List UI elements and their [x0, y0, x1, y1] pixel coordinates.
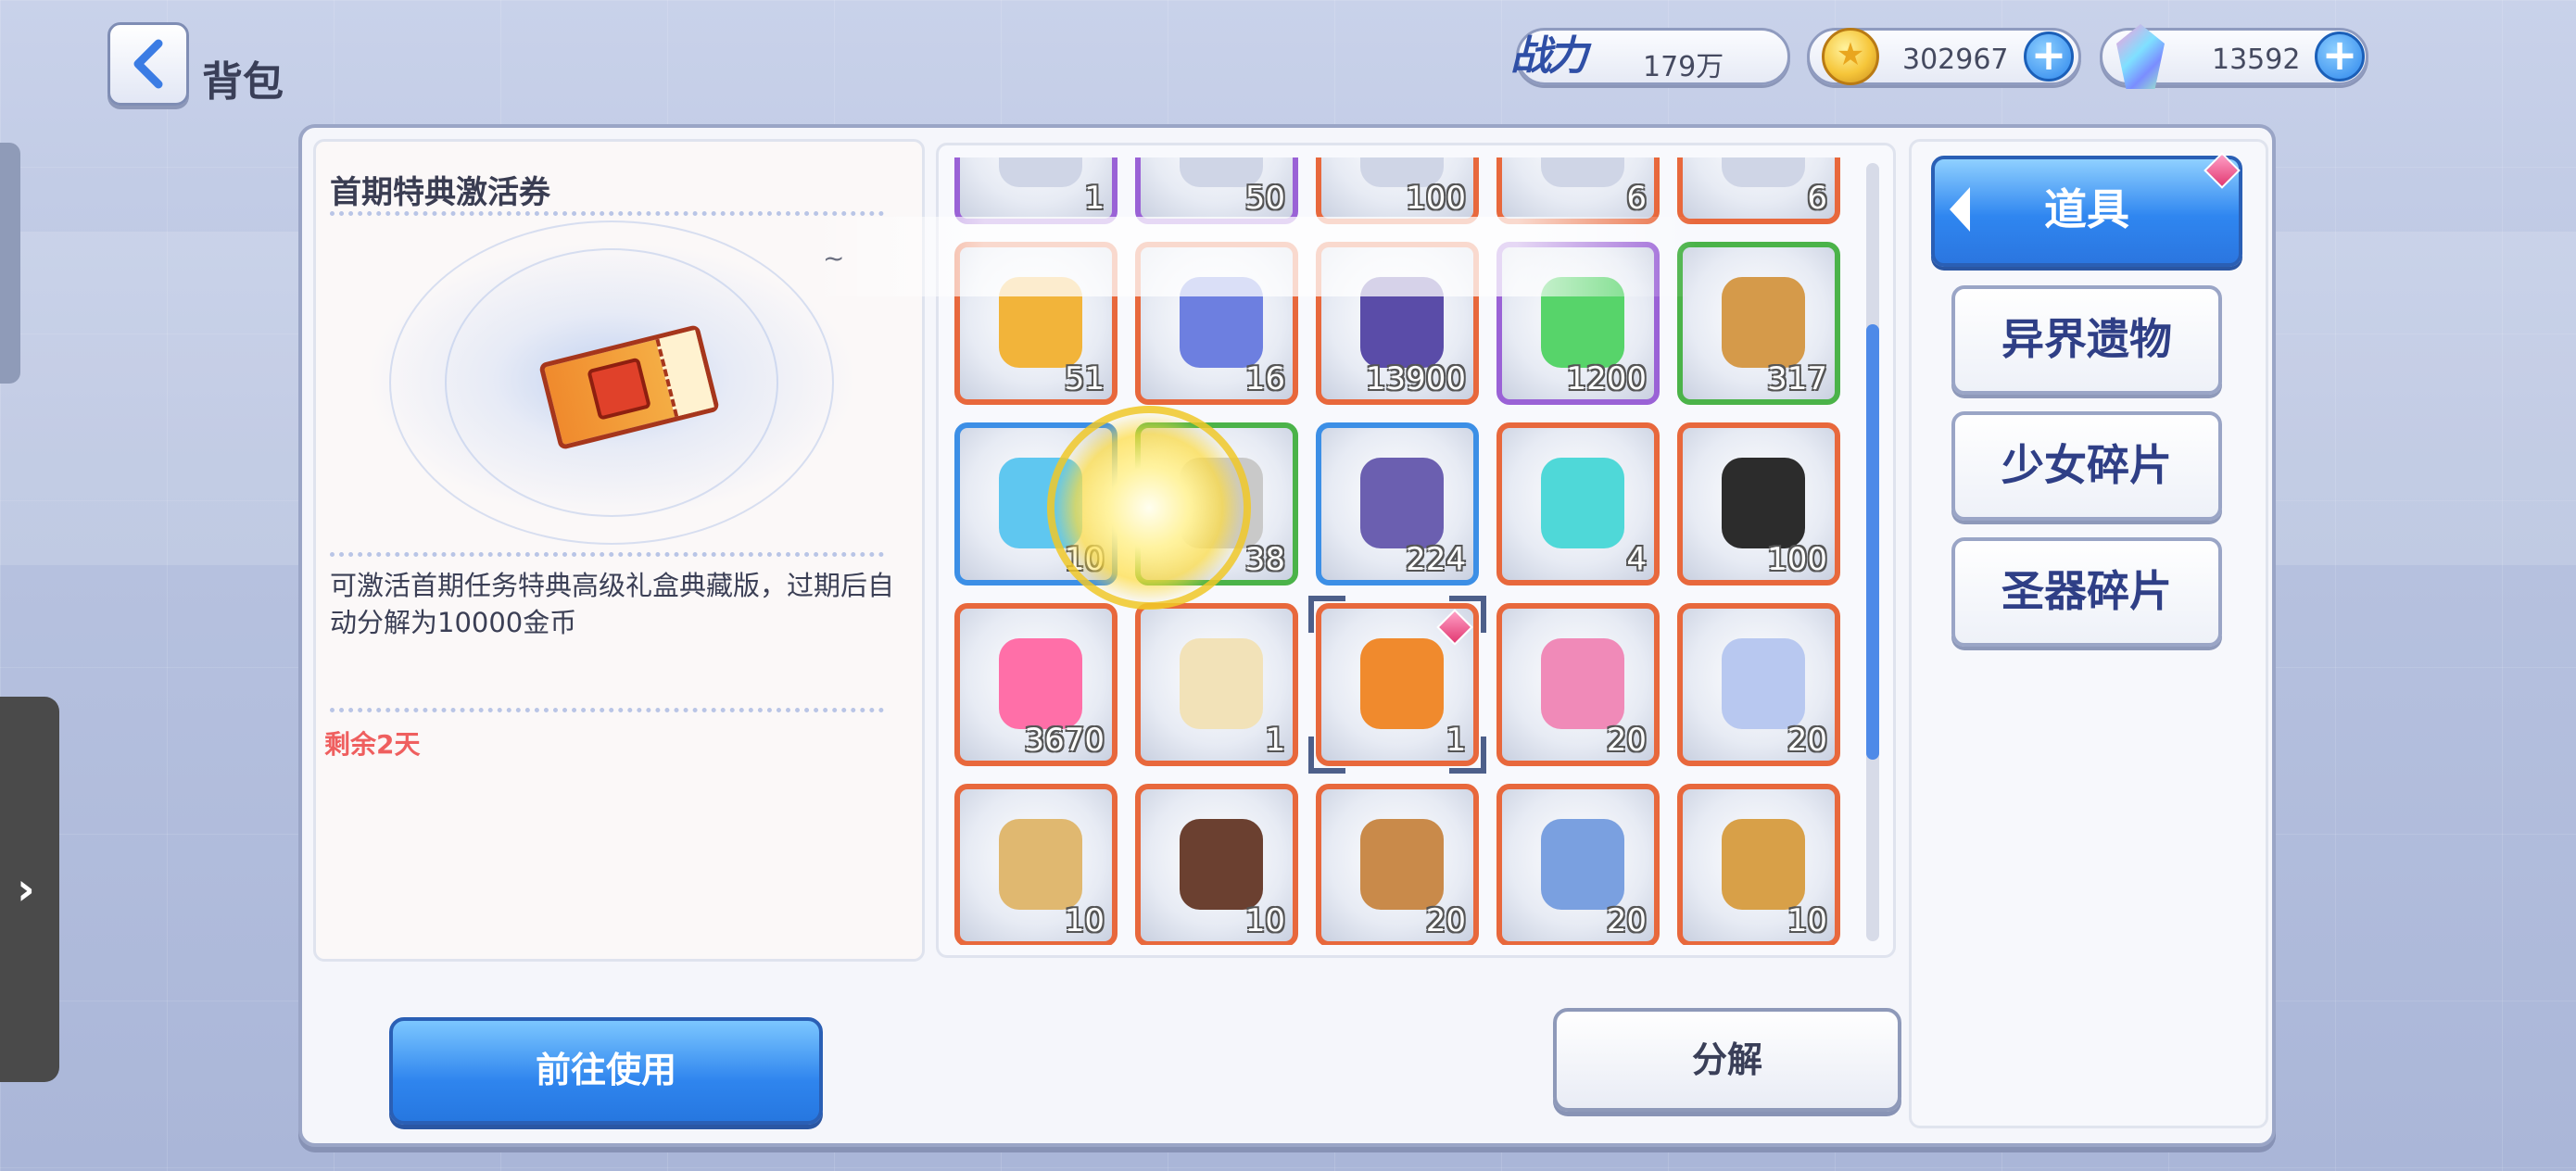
partial-item-icon	[1722, 157, 1805, 187]
heart-icon	[999, 638, 1082, 729]
tab-items[interactable]: 道具	[1931, 156, 2242, 267]
item-count: 6	[1626, 180, 1647, 217]
item-count: 100	[1406, 180, 1466, 217]
inventory-slot[interactable]: 1	[954, 157, 1118, 224]
inventory-slot[interactable]: 100	[1316, 157, 1479, 224]
selection-corner	[1449, 737, 1486, 774]
side-drawer-toggle[interactable]: ›	[0, 697, 59, 1082]
power-value: 179万	[1643, 51, 1724, 83]
inventory-slot[interactable]: 20	[1496, 603, 1660, 766]
item-count: 38	[1244, 541, 1285, 578]
item-description: 可激活首期任务特典高级礼盒典藏版，过期后自动分解为10000金币	[330, 570, 895, 638]
decompose-button[interactable]: 分解	[1553, 1008, 1901, 1112]
item-count: 20	[1606, 902, 1647, 939]
inventory-slot[interactable]: 10	[954, 784, 1118, 945]
coin-value: 302967	[1902, 44, 2009, 76]
inventory-slot[interactable]: 3670	[954, 603, 1118, 766]
treasure-chest-icon	[1360, 819, 1444, 910]
gift-icon	[587, 357, 651, 421]
inventory-slot[interactable]: 20	[1316, 784, 1479, 945]
power-label: 战力	[1510, 32, 1588, 80]
jet-icon	[1541, 819, 1624, 910]
item-count: 20	[1787, 722, 1827, 759]
item-count: 20	[1606, 722, 1647, 759]
side-tab[interactable]	[0, 143, 20, 384]
inventory-slot[interactable]: 10	[1135, 784, 1298, 945]
item-count: 10	[1787, 902, 1827, 939]
add-gems-button[interactable]: +	[2315, 31, 2365, 82]
spray-can-icon	[1541, 638, 1624, 729]
inventory-slot[interactable]: 317	[1677, 242, 1840, 405]
ghost-icon	[1722, 458, 1805, 548]
item-count: 100	[1767, 541, 1827, 578]
inventory-slot[interactable]: 1	[1308, 596, 1486, 774]
item-count: 51	[1064, 360, 1105, 397]
item-name: 首期特典激活券	[330, 174, 550, 211]
item-count: 50	[1244, 180, 1285, 217]
tab-arrow-icon	[1950, 187, 1970, 232]
cake-icon	[1180, 819, 1263, 910]
add-coins-button[interactable]: +	[2024, 31, 2074, 82]
cookie-icon	[1722, 277, 1805, 368]
item-count: 224	[1406, 541, 1466, 578]
partial-item-icon	[1541, 157, 1624, 187]
tab-otherworld-relics[interactable]: 异界遗物	[1951, 285, 2222, 395]
item-count: 317	[1767, 360, 1827, 397]
inventory-slot[interactable]: 4	[1496, 422, 1660, 586]
floating-tip-bar	[806, 217, 1696, 296]
go-use-button[interactable]: 前往使用	[389, 1017, 823, 1125]
divider	[330, 708, 884, 712]
chevron-left-icon	[133, 39, 163, 89]
item-count: 10	[1064, 902, 1105, 939]
item-count: 1200	[1566, 360, 1647, 397]
inventory-scroll-thumb[interactable]	[1866, 324, 1879, 760]
divider	[330, 211, 884, 216]
page-title: 背包	[202, 58, 284, 106]
mask-icon	[1722, 638, 1805, 729]
scroll-note-icon	[1180, 638, 1263, 729]
inventory-slot[interactable]: 20	[1677, 603, 1840, 766]
inventory-slot[interactable]: 10	[1677, 784, 1840, 945]
churro-icon	[1722, 819, 1805, 910]
coin-icon	[1822, 28, 1879, 85]
item-count: 1	[1265, 722, 1285, 759]
gem-value: 13592	[2212, 44, 2301, 76]
item-count: 3670	[1024, 722, 1105, 759]
cyan-vial-icon	[1541, 458, 1624, 548]
cube-device-icon	[1360, 458, 1444, 548]
item-count: 13900	[1365, 360, 1466, 397]
chevron-right-icon: ›	[17, 863, 35, 915]
inventory-slot[interactable]: 1	[1135, 603, 1298, 766]
item-count: 20	[1425, 902, 1466, 939]
divider	[330, 552, 884, 557]
remaining-time: 剩余2天	[324, 729, 421, 760]
ticket-icon	[1360, 638, 1444, 729]
sparkle-effect	[1047, 406, 1251, 610]
tab-girl-fragments[interactable]: 少女碎片	[1951, 411, 2222, 521]
selection-corner	[1308, 596, 1345, 633]
inventory-slot[interactable]: 6	[1677, 157, 1840, 224]
inventory-slot[interactable]: 20	[1496, 784, 1660, 945]
inventory-slot[interactable]: 50	[1135, 157, 1298, 224]
tab-artifact-fragments[interactable]: 圣器碎片	[1951, 537, 2222, 647]
item-count: 6	[1807, 180, 1827, 217]
selection-corner	[1308, 737, 1345, 774]
floating-tip-text: ~	[823, 243, 845, 273]
item-count: 4	[1626, 541, 1647, 578]
back-button[interactable]	[107, 22, 189, 106]
item-count: 10	[1244, 902, 1285, 939]
inventory-slot[interactable]: 6	[1496, 157, 1660, 224]
inventory-slot[interactable]: 100	[1677, 422, 1840, 586]
partial-item-icon	[999, 157, 1082, 187]
pocket-watch-icon	[999, 819, 1082, 910]
item-count: 16	[1244, 360, 1285, 397]
inventory-slot[interactable]: 224	[1316, 422, 1479, 586]
item-count: 1	[1084, 180, 1105, 217]
